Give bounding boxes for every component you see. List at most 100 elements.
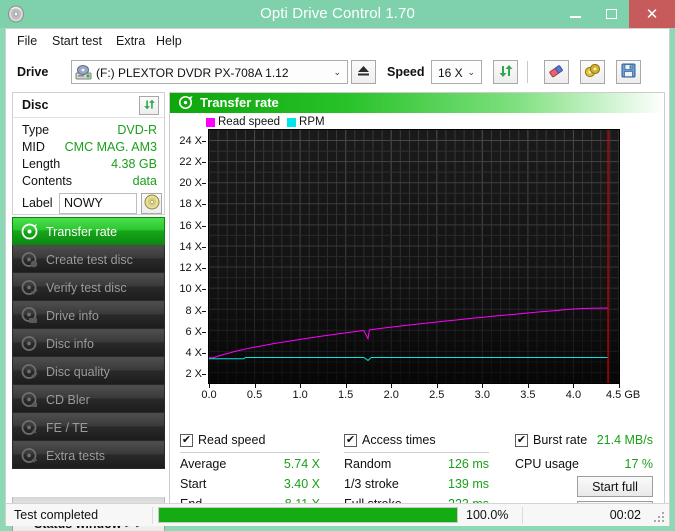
- read-speed-key-average: Average: [180, 457, 226, 471]
- chart-area: 2 X4 X6 X8 X10 X12 X14 X16 X18 X20 X22 X…: [170, 113, 664, 429]
- x-tick-label: 0.5: [247, 389, 262, 401]
- y-tick-mark: [202, 183, 206, 184]
- disc-refresh-button[interactable]: [139, 96, 159, 115]
- bitsetting-button[interactable]: [580, 60, 605, 84]
- minimize-button[interactable]: [557, 0, 593, 28]
- chart-y-axis: 2 X4 X6 X8 X10 X12 X14 X16 X18 X20 X22 X…: [170, 129, 206, 386]
- sidebar-item-disc-quality[interactable]: Disc quality: [12, 357, 165, 385]
- close-button[interactable]: ✕: [629, 0, 675, 28]
- menu-item-help[interactable]: Help: [151, 32, 187, 50]
- x-tick-mark: [482, 384, 483, 388]
- disc-row-key: Contents: [22, 174, 72, 188]
- maximize-button[interactable]: [593, 0, 629, 28]
- menu-bar: File Start test Extra Help: [6, 29, 669, 53]
- checkbox-access-times[interactable]: ✔: [344, 434, 357, 447]
- save-button[interactable]: [616, 60, 641, 84]
- speed-select[interactable]: 16 X ⌄: [431, 60, 482, 84]
- menu-item-extra[interactable]: Extra: [111, 32, 150, 50]
- disc-row-contents: Contents data: [13, 174, 164, 191]
- y-tick-label: 14 X: [179, 241, 202, 253]
- chart-x-axis: 0.00.51.01.52.02.53.03.54.04.5 GB: [170, 387, 664, 403]
- drive-select[interactable]: (F:) PLEXTOR DVDR PX-708A 1.12 ⌄: [71, 60, 348, 84]
- y-tick-mark: [202, 311, 206, 312]
- x-tick-mark: [619, 384, 620, 388]
- y-tick-label: 8 X: [185, 305, 202, 317]
- disc-quality-icon: [21, 363, 38, 380]
- status-sep-1: [152, 507, 153, 524]
- disc-info-icon: i: [21, 335, 38, 352]
- refresh-icon: [143, 98, 156, 114]
- resize-grip[interactable]: [654, 512, 665, 523]
- x-tick-label: 1.5: [338, 389, 353, 401]
- bitsetting-icon: [584, 63, 601, 82]
- transfer-rate-icon: [21, 223, 38, 240]
- x-tick-mark: [300, 384, 301, 388]
- close-icon: ✕: [646, 7, 659, 22]
- chart-plot[interactable]: [208, 129, 620, 384]
- disc-panel-header: Disc: [13, 93, 164, 118]
- disc-row-value: 4.38 GB: [111, 157, 157, 171]
- disc-row-key: Type: [22, 123, 49, 137]
- speed-value: 16 X: [438, 61, 463, 85]
- status-bar: Test completed 100.0% 00:02: [6, 503, 669, 526]
- eject-button[interactable]: [351, 60, 376, 84]
- y-tick-mark: [202, 289, 206, 290]
- disc-label-input[interactable]: NOWY: [59, 193, 137, 214]
- erase-disc-button[interactable]: [544, 60, 569, 84]
- disc-label-row: Label NOWY: [13, 193, 164, 216]
- y-tick-label: 6 X: [185, 326, 202, 338]
- access-times-checkbox[interactable]: ✔ Access times: [344, 433, 436, 447]
- y-tick-label: 22 X: [179, 156, 202, 168]
- save-icon: [621, 63, 636, 81]
- sidebar-item-transfer-rate[interactable]: Transfer rate: [12, 217, 165, 245]
- cpu-usage-value: 17 %: [578, 457, 653, 471]
- x-tick-label: 1.0: [292, 389, 307, 401]
- read-speed-checkbox[interactable]: ✔ Read speed: [180, 433, 265, 447]
- sidebar-item-disc-info[interactable]: i Disc info: [12, 329, 165, 357]
- x-tick-mark: [437, 384, 438, 388]
- read-speed-label: Read speed: [198, 433, 265, 447]
- y-tick-label: 12 X: [179, 262, 202, 274]
- menu-item-file[interactable]: File: [12, 32, 42, 50]
- y-tick-mark: [202, 374, 206, 375]
- sidebar-item-label: Verify test disc: [46, 274, 127, 302]
- sidebar-item-verify-test-disc[interactable]: Verify test disc: [12, 273, 165, 301]
- x-tick-mark: [255, 384, 256, 388]
- checkbox-burst-rate[interactable]: ✔: [515, 434, 528, 447]
- disc-row-value: DVD-R: [117, 123, 157, 137]
- y-tick-mark: [202, 162, 206, 163]
- start-full-button[interactable]: Start full: [577, 476, 653, 497]
- chevron-down-icon: ⌄: [467, 61, 475, 83]
- menu-item-start-test[interactable]: Start test: [47, 32, 107, 50]
- sidebar-item-create-test-disc[interactable]: Create test disc: [12, 245, 165, 273]
- progress-bar: [158, 507, 458, 523]
- read-speed-key-start: Start: [180, 477, 206, 491]
- y-tick-mark: [202, 332, 206, 333]
- disc-row-value: data: [133, 174, 157, 188]
- y-tick-mark: [202, 141, 206, 142]
- disc-row-key: MID: [22, 140, 45, 154]
- transfer-rate-icon: [178, 95, 193, 110]
- y-tick-label: 16 X: [179, 220, 202, 232]
- x-tick-label: 0.0: [201, 389, 216, 401]
- title-bar: Opti Drive Control 1.70 ✕: [0, 0, 675, 28]
- speed-label: Speed: [387, 65, 425, 79]
- chart-svg: [209, 130, 619, 383]
- sidebar-item-drive-info[interactable]: Drive info: [12, 301, 165, 329]
- drive-label: Drive: [17, 65, 48, 79]
- drive-value: (F:) PLEXTOR DVDR PX-708A 1.12: [96, 61, 289, 85]
- sidebar-item-fe-te[interactable]: FE / TE: [12, 413, 165, 441]
- sidebar-item-cd-bler[interactable]: CD Bler: [12, 385, 165, 413]
- sidebar-item-extra-tests[interactable]: Extra tests: [12, 441, 165, 469]
- sidebar-item-label: Create test disc: [46, 246, 133, 274]
- progress-percent-label: 100.0%: [466, 508, 508, 522]
- burst-rate-checkbox[interactable]: ✔ Burst rate: [515, 433, 587, 447]
- x-tick-label: 3.5: [520, 389, 535, 401]
- panel-header: Transfer rate: [170, 93, 664, 113]
- refresh-button[interactable]: [493, 60, 518, 84]
- erase-disc-icon: [548, 63, 565, 82]
- sidebar-item-label: FE / TE: [46, 414, 88, 442]
- checkbox-read-speed[interactable]: ✔: [180, 434, 193, 447]
- sidebar-nav: Transfer rate Create test disc: [12, 217, 165, 469]
- disc-label-button[interactable]: [141, 193, 162, 214]
